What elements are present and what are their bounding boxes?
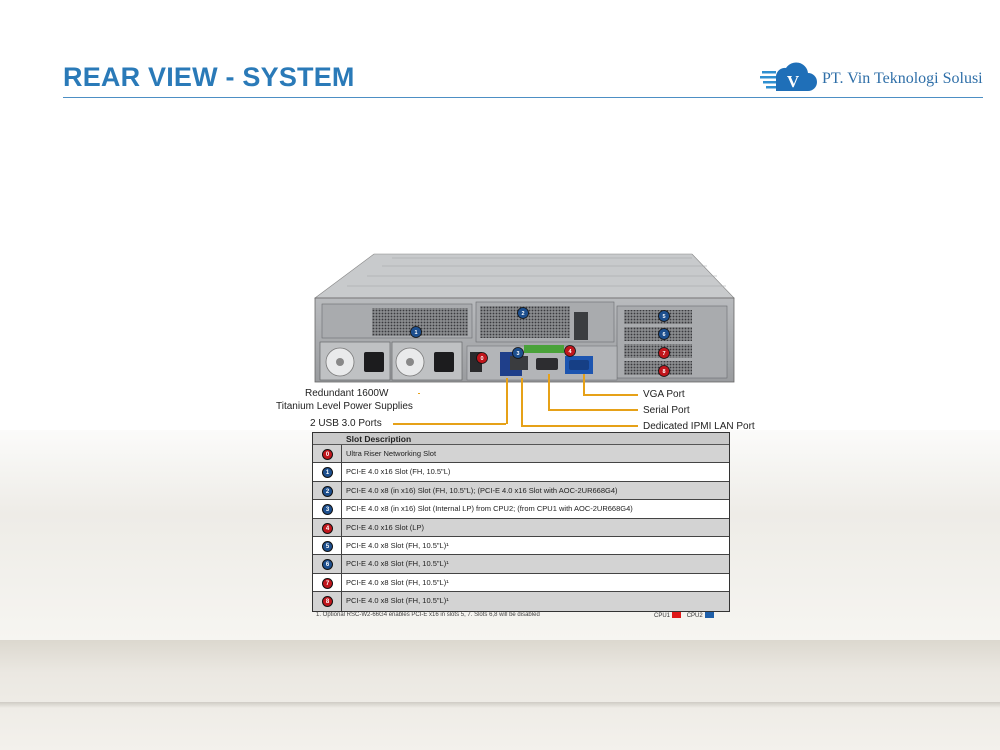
server-badge-2: 2 (517, 307, 529, 319)
svg-text:6: 6 (662, 332, 665, 338)
leader-usb-h (393, 423, 506, 425)
logo-mark-letter: V (787, 72, 800, 91)
svg-text:0: 0 (480, 356, 483, 362)
slot-desc: PCI-E 4.0 x8 Slot (FH, 10.5"L)¹ (346, 559, 449, 569)
company-logo: V PT. Vin Teknologi Solusi (760, 62, 990, 96)
leader-vga-h (583, 394, 638, 396)
background-band-lower (0, 640, 1000, 750)
slot-badge: 6 (322, 559, 333, 571)
slot-badge: 8 (322, 596, 333, 608)
slot-desc: PCI-E 4.0 x8 (in x16) Slot (Internal LP)… (346, 504, 633, 514)
leader-serial-v (548, 374, 550, 410)
slot-badge: 7 (322, 577, 333, 589)
slot-badge: 1 (322, 467, 333, 479)
table-row: 6 PCI-E 4.0 x8 Slot (FH, 10.5"L)¹ (313, 555, 729, 574)
table-row: 4 PCI-E 4.0 x16 Slot (LP) (313, 518, 729, 537)
server-badge-0: 0 (476, 352, 488, 364)
table-row: 0 Ultra Riser Networking Slot (313, 445, 729, 464)
server-badge-4: 4 (564, 345, 576, 357)
cpu1-swatch (672, 612, 682, 618)
leader-serial-h (548, 409, 638, 411)
server-badge-7: 7 (658, 347, 670, 359)
svg-text:2: 2 (521, 311, 524, 317)
table-row: 3 PCI-E 4.0 x8 (in x16) Slot (Internal L… (313, 500, 729, 519)
table-footnote: 1. Optional RSC-W2-66G4 enables PCI-E x1… (316, 612, 540, 618)
slot-badge: 5 (322, 540, 333, 552)
server-badge-1: 1 (410, 326, 422, 338)
server-badge-8: 8 (658, 365, 670, 377)
cloud-v-logo-icon: V (760, 62, 817, 91)
leader-power (418, 393, 420, 394)
svg-text:5: 5 (662, 314, 665, 320)
leader-ipmi-h (521, 425, 638, 427)
callout-power-line1: Redundant 1600W (305, 388, 389, 399)
slot-desc: PCI-E 4.0 x16 Slot (LP) (346, 522, 424, 532)
table-row: 7 PCI-E 4.0 x8 Slot (FH, 10.5"L)¹ (313, 573, 729, 593)
table-row: 8 PCI-E 4.0 x8 Slot (FH, 10.5"L)¹ (313, 592, 729, 611)
cpu-legend: CPU1 CPU2 (654, 612, 718, 619)
slot-description-table: Slot Description 0 Ultra Riser Networkin… (312, 432, 730, 612)
slot-badge: 2 (322, 485, 333, 497)
leader-ipmi-v (521, 378, 523, 426)
svg-text:7: 7 (662, 351, 665, 357)
callout-ipmi: Dedicated IPMI LAN Port (643, 421, 755, 432)
svg-text:8: 8 (662, 369, 665, 375)
svg-text:3: 3 (516, 351, 519, 357)
slot-desc: PCI-E 4.0 x16 Slot (FH, 10.5"L) (346, 467, 451, 477)
title-underline (63, 97, 983, 98)
callout-serial: Serial Port (643, 405, 690, 416)
table-row: 2 PCI-E 4.0 x8 (in x16) Slot (FH, 10.5"L… (313, 481, 729, 501)
server-badge-5: 5 (658, 310, 670, 322)
slot-badge: 4 (322, 522, 333, 534)
callout-power-line2: Titanium Level Power Supplies (276, 401, 413, 412)
slot-desc: PCI-E 4.0 x8 Slot (FH, 10.5"L)¹ (346, 577, 449, 587)
cpu-legend-label-2: CPU2 (686, 613, 703, 619)
cpu2-swatch (704, 612, 714, 618)
callout-usb: 2 USB 3.0 Ports (310, 418, 382, 429)
table-row: 5 PCI-E 4.0 x8 Slot (FH, 10.5"L)¹ (313, 536, 729, 556)
leader-vga-v (583, 374, 585, 395)
server-rear-image: 0 1 2 3 4 5 6 7 8 (314, 253, 735, 383)
slot-badge: 3 (322, 504, 333, 516)
slide-title: REAR VIEW - SYSTEM (63, 62, 355, 92)
company-name: PT. Vin Teknologi Solusi (822, 70, 983, 87)
slot-desc: PCI-E 4.0 x8 Slot (FH, 10.5"L)¹ (346, 540, 449, 550)
table-row: 1 PCI-E 4.0 x16 Slot (FH, 10.5"L) (313, 463, 729, 482)
leader-usb-v (506, 378, 508, 424)
slot-badge: 0 (322, 449, 333, 460)
server-badge-3: 3 (512, 347, 524, 359)
cpu-legend-label-1: CPU1 (654, 613, 671, 619)
table-header: Slot Description (313, 433, 729, 445)
slot-desc: PCI-E 4.0 x8 Slot (FH, 10.5"L)¹ (346, 596, 449, 606)
slot-desc: PCI-E 4.0 x8 (in x16) Slot (FH, 10.5"L);… (346, 485, 618, 495)
svg-text:1: 1 (414, 330, 417, 336)
callout-vga: VGA Port (643, 389, 685, 400)
server-badge-6: 6 (658, 328, 670, 340)
slot-desc: Ultra Riser Networking Slot (346, 449, 437, 458)
